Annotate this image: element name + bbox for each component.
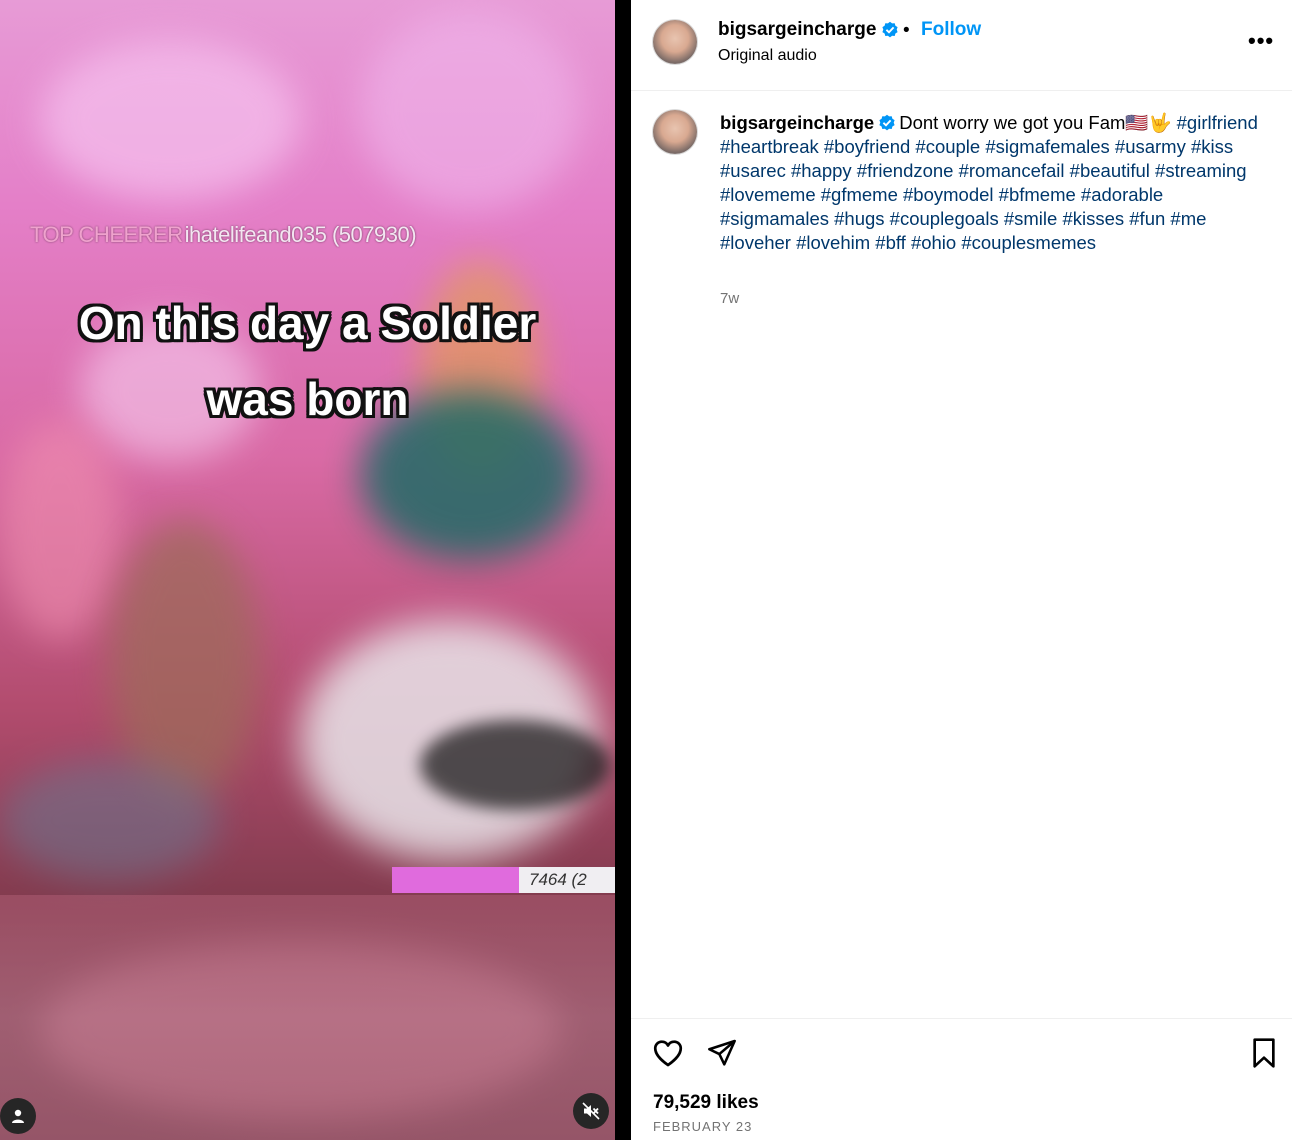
avatar[interactable] xyxy=(653,20,697,64)
caption-hashtags[interactable]: #girlfriend #heartbreak #boyfriend #coup… xyxy=(720,112,1258,253)
video-caption-line2: was born xyxy=(206,373,409,425)
user-icon xyxy=(12,1109,24,1123)
separator-dot: • xyxy=(903,20,910,41)
top-cheerer-overlay: TOP CHEERERihatelifeand035 (507930) xyxy=(30,222,417,248)
divider xyxy=(631,90,1292,91)
verified-badge-icon xyxy=(882,21,898,38)
share-icon[interactable] xyxy=(706,1037,738,1069)
video-caption-line1: On this day a Soldier xyxy=(78,297,537,349)
top-cheerer-text: ihatelifeand035 (507930) xyxy=(184,222,417,247)
video-divider xyxy=(615,0,631,1140)
top-cheerer-tag: TOP CHEERER xyxy=(30,222,183,247)
more-options-button[interactable]: ••• xyxy=(1248,28,1274,54)
stream-goal-bar xyxy=(392,867,519,893)
video-background xyxy=(0,420,120,640)
follow-button[interactable]: Follow xyxy=(921,19,981,41)
post-caption: bigsargeincharge Dont worry we got you F… xyxy=(720,111,1270,255)
mute-button[interactable] xyxy=(573,1093,609,1129)
video-background xyxy=(40,40,300,200)
post-details-panel: bigsargeincharge • Follow Original audio… xyxy=(631,0,1292,1140)
video-person-left xyxy=(110,520,260,800)
likes-count[interactable]: 79,529 likes xyxy=(653,1092,759,1114)
divider xyxy=(631,1018,1292,1019)
video-microphone-arm xyxy=(420,720,610,810)
original-audio-link[interactable]: Original audio xyxy=(718,47,817,65)
video-background xyxy=(360,10,580,210)
video-background xyxy=(0,760,220,880)
caption-avatar[interactable] xyxy=(653,110,697,154)
caption-username[interactable]: bigsargeincharge xyxy=(720,112,874,133)
post-date: FEBRUARY 23 xyxy=(653,1119,753,1134)
caption-text: Dont worry we got you Fam🇺🇸🤟 xyxy=(899,112,1172,133)
video-blurred-area xyxy=(0,895,615,1140)
username-text[interactable]: bigsargeincharge xyxy=(718,19,876,41)
tagged-users-button[interactable] xyxy=(0,1098,36,1134)
post-age[interactable]: 7w xyxy=(720,290,739,307)
header-username[interactable]: bigsargeincharge xyxy=(718,19,899,41)
heart-icon[interactable] xyxy=(651,1036,685,1070)
verified-badge-icon xyxy=(879,114,895,131)
reel-video[interactable]: TOP CHEERERihatelifeand035 (507930) On t… xyxy=(0,0,615,1140)
bookmark-icon[interactable] xyxy=(1250,1037,1278,1069)
speaker-muted-icon xyxy=(582,1102,600,1120)
stream-counter: 7464 (2 xyxy=(519,867,615,893)
